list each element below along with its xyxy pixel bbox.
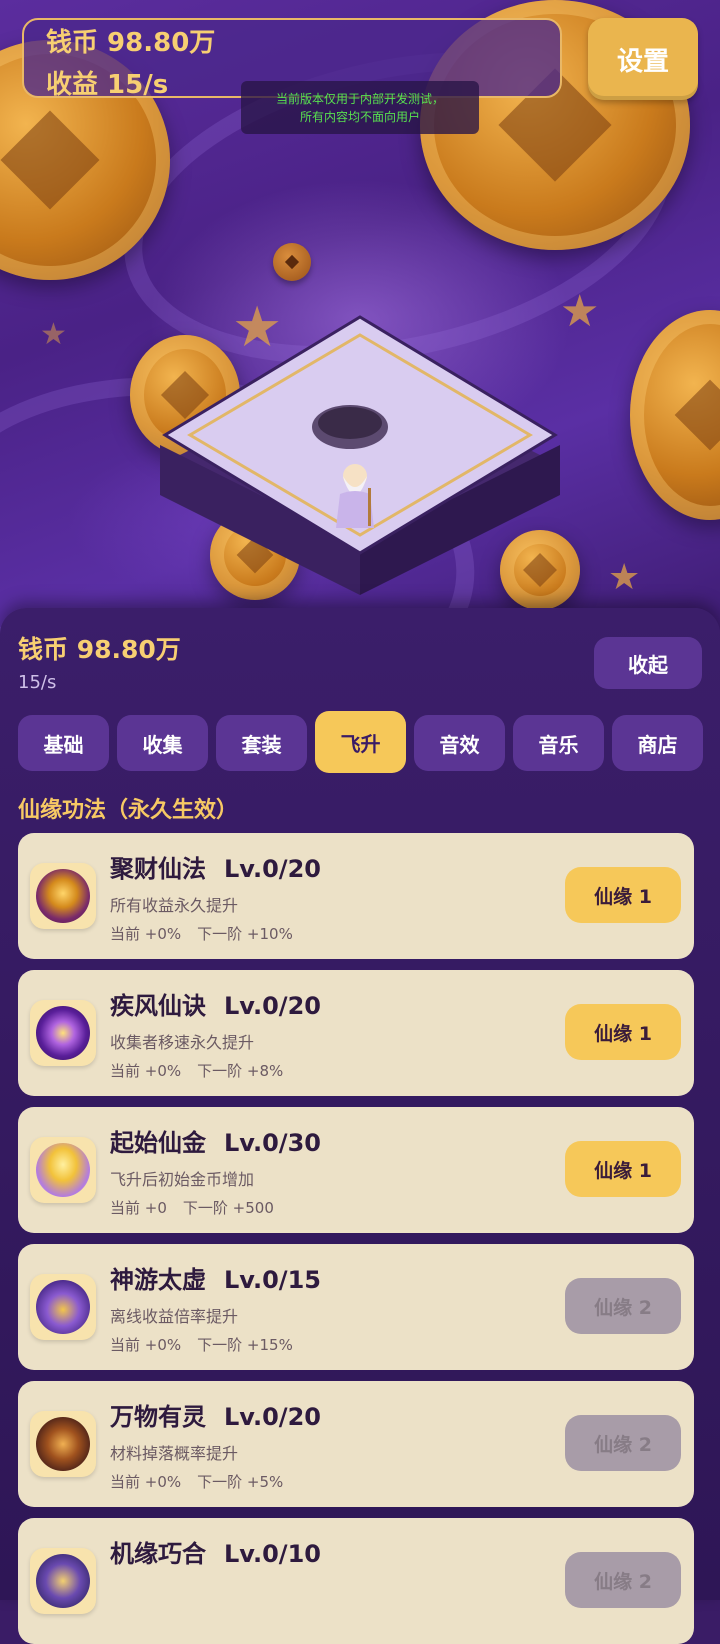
skill-next: 下一阶 +5% [197,1473,284,1491]
immortal-character[interactable] [330,458,380,534]
skill-description: 所有收益永久提升 [110,896,239,915]
skill-name: 疾风仙诀 [110,992,206,1020]
skill-description: 离线收益倍率提升 [110,1307,239,1326]
skill-icon-frame [30,1137,96,1203]
skill-stats: 当前 +0% 下一阶 +10% [110,923,293,944]
skill-title: 万物有灵 Lv.0/20 [110,1397,321,1432]
tab-bar: 基础 收集 套装 飞升 音效 音乐 商店 [18,711,704,773]
skill-icon-frame [30,863,96,929]
skill-next: 下一阶 +15% [197,1336,293,1354]
star-icon: ★ [608,557,641,598]
skill-card-fortune: 机缘巧合 Lv.0/10 仙缘 2 [18,1518,694,1644]
tab-ascend[interactable]: 飞升 [315,711,406,773]
skill-next: 下一阶 +500 [182,1199,274,1217]
upgrade-button[interactable]: 仙缘 1 [565,867,681,923]
upgrade-button[interactable]: 仙缘 1 [565,1141,681,1197]
collapse-button[interactable]: 收起 [594,637,702,689]
settings-button[interactable]: 设置 [588,18,698,100]
panel-coins-text: 钱币 98.80万 [18,635,181,664]
tab-sound-effects[interactable]: 音效 [414,715,505,771]
skill-title: 起始仙金 Lv.0/30 [110,1123,321,1158]
skill-stats: 当前 +0% 下一阶 +15% [110,1334,293,1355]
skill-current: 当前 +0% [110,1473,182,1491]
upgrade-button-disabled[interactable]: 仙缘 2 [565,1415,681,1471]
skill-current: 当前 +0% [110,925,182,943]
skill-current: 当前 +0% [110,1336,182,1354]
tab-music[interactable]: 音乐 [513,715,604,771]
skill-icon-frame [30,1411,96,1477]
game-scene[interactable]: ★ ★ ★ ★ 钱币 98.80万 收益 15/s 设置 当前版本仅用于内部开发… [0,0,720,640]
background-coin [630,310,720,520]
panel-rate-text: 15/s [18,672,57,693]
skill-next: 下一阶 +8% [197,1062,284,1080]
skill-name: 聚财仙法 [110,855,206,883]
tab-basic[interactable]: 基础 [18,715,109,771]
coin-pickup-icon[interactable] [273,243,311,281]
spirit-beast-icon [36,1417,90,1471]
skill-title: 机缘巧合 Lv.0/10 [110,1534,321,1569]
skill-description: 材料掉落概率提升 [110,1444,239,1463]
dev-test-notice: 当前版本仅用于内部开发测试， 所有内容均不面向用户 [241,81,479,134]
notice-line-2: 所有内容均不面向用户 [299,109,420,124]
section-title: 仙缘功法（永久生效） [18,798,239,823]
purple-vortex-icon [36,1006,90,1060]
skill-card-drop-rate: 万物有灵 Lv.0/20 材料掉落概率提升 当前 +0% 下一阶 +5% 仙缘 2 [18,1381,694,1507]
cloud-platform[interactable] [150,305,570,605]
skill-description: 收集者移速永久提升 [110,1033,255,1052]
skill-level: Lv.0/30 [224,1129,321,1157]
skill-card-offline: 神游太虚 Lv.0/15 离线收益倍率提升 当前 +0% 下一阶 +15% 仙缘 2 [18,1244,694,1370]
tab-sets[interactable]: 套装 [216,715,307,771]
skill-next: 下一阶 +10% [197,925,293,943]
skill-card-wealth: 聚财仙法 Lv.0/20 所有收益永久提升 当前 +0% 下一阶 +10% 仙缘 1 [18,833,694,959]
upgrade-button-disabled[interactable]: 仙缘 2 [565,1278,681,1334]
upgrade-panel: 钱币 98.80万 15/s 收起 基础 收集 套装 飞升 音效 音乐 商店 仙… [0,608,720,1644]
tab-shop[interactable]: 商店 [612,715,703,771]
skill-level: Lv.0/10 [224,1540,321,1568]
skill-title: 疾风仙诀 Lv.0/20 [110,986,321,1021]
skill-current: 当前 +0 [110,1199,167,1217]
hud-income-text: 收益 15/s [46,70,169,100]
skill-card-start-gold: 起始仙金 Lv.0/30 飞升后初始金币增加 当前 +0 下一阶 +500 仙缘 1 [18,1107,694,1233]
skill-level: Lv.0/20 [224,992,321,1020]
skill-current: 当前 +0% [110,1062,182,1080]
skill-title: 神游太虚 Lv.0/15 [110,1260,321,1295]
skill-level: Lv.0/20 [224,1403,321,1431]
skill-name: 机缘巧合 [110,1540,206,1568]
tab-collect[interactable]: 收集 [117,715,208,771]
hud-coins-text: 钱币 98.80万 [46,28,216,58]
skill-stats: 当前 +0% 下一阶 +8% [110,1060,283,1081]
skill-icon-frame [30,1274,96,1340]
skill-title: 聚财仙法 Lv.0/20 [110,849,321,884]
purple-dragon-icon [36,1280,90,1334]
star-icon: ★ [40,317,67,352]
skill-level: Lv.0/20 [224,855,321,883]
skill-description: 飞升后初始金币增加 [110,1170,255,1189]
gold-ingot-icon [36,1143,90,1197]
skill-stats: 当前 +0% 下一阶 +5% [110,1471,283,1492]
skill-card-wind: 疾风仙诀 Lv.0/20 收集者移速永久提升 当前 +0% 下一阶 +8% 仙缘 1 [18,970,694,1096]
upgrade-button[interactable]: 仙缘 1 [565,1004,681,1060]
skill-stats: 当前 +0 下一阶 +500 [110,1197,274,1218]
golden-idol-icon [36,869,90,923]
notice-line-1: 当前版本仅用于内部开发测试， [275,91,444,106]
skill-name: 神游太虚 [110,1266,206,1294]
skill-icon-frame [30,1000,96,1066]
skill-level: Lv.0/15 [224,1266,321,1294]
skill-name: 起始仙金 [110,1129,206,1157]
skill-icon-frame [30,1548,96,1614]
skill-name: 万物有灵 [110,1403,206,1431]
